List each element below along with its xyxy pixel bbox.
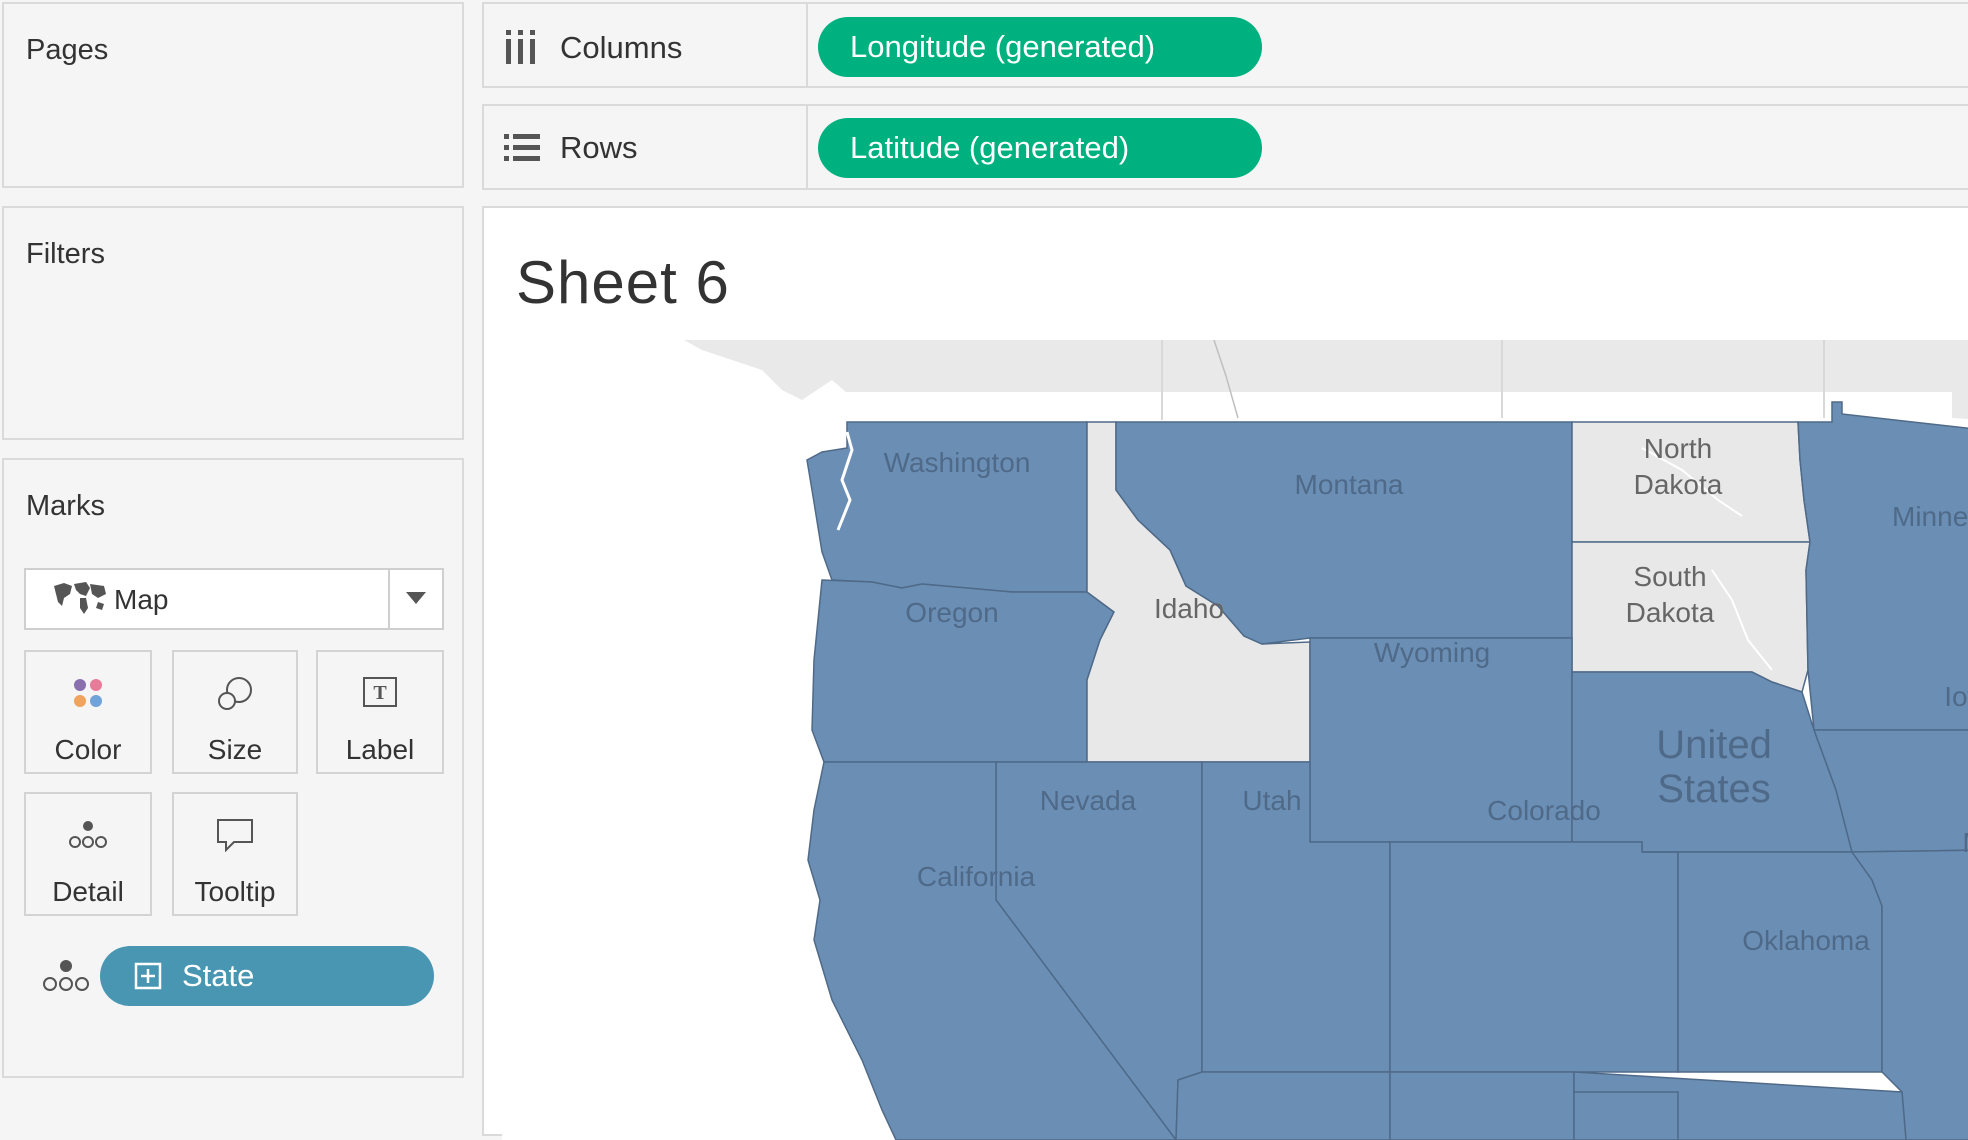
label-oklahoma: Oklahoma <box>1742 925 1870 956</box>
filters-panel[interactable]: Filters <box>2 206 464 440</box>
rows-shelf-label: Rows <box>484 106 808 188</box>
size-icon <box>174 676 296 716</box>
detail-icon <box>26 818 150 858</box>
longitude-pill[interactable]: Longitude (generated) <box>818 17 1262 77</box>
size-label: Size <box>207 734 263 765</box>
label-wyoming: Wyoming <box>1374 637 1490 668</box>
columns-icon <box>504 30 538 69</box>
tooltip-label: Tooltip <box>194 876 276 907</box>
minnesota-state <box>1797 401 1968 731</box>
label-minnesota: Minnes <box>1892 501 1968 532</box>
detail-icon <box>42 958 90 997</box>
label-country-1: United <box>1656 723 1772 767</box>
label-south-dakota-2: Dakota <box>1626 597 1715 628</box>
label-missouri: M <box>1962 827 1968 858</box>
label-south-dakota-1: South <box>1633 561 1706 592</box>
detail-button[interactable]: Detail <box>24 792 152 916</box>
sheet-title: Sheet 6 <box>516 249 730 316</box>
label-country-2: States <box>1657 767 1770 811</box>
color-label: Color <box>54 734 122 765</box>
mark-type-dropdown[interactable]: Map <box>24 568 444 630</box>
size-button[interactable]: Size <box>172 650 298 774</box>
label-iowa: Iow <box>1944 681 1968 712</box>
label-utah: Utah <box>1242 785 1301 816</box>
columns-shelf[interactable]: Columns Longitude (generated) <box>482 2 1968 88</box>
sheet-view: Sheet 6 Washington Montana Oregon Wyomin… <box>482 206 1968 1140</box>
kansas-state <box>1642 851 1883 1073</box>
latitude-pill[interactable]: Latitude (generated) <box>818 118 1262 178</box>
chevron-down-icon[interactable] <box>404 590 428 611</box>
new-mexico-state <box>1389 1071 1575 1140</box>
state-map[interactable]: Washington Montana Oregon Wyoming Nevada… <box>502 340 1968 1140</box>
detail-label: Detail <box>52 876 124 907</box>
arizona-state <box>1175 1071 1391 1140</box>
label-washington: Washington <box>884 447 1031 478</box>
tooltip-icon <box>174 818 296 858</box>
svg-text:T: T <box>373 682 387 704</box>
rows-label: Rows <box>560 130 638 165</box>
label-colorado: Colorado <box>1487 795 1601 826</box>
rows-shelf[interactable]: Rows Latitude (generated) <box>482 104 1968 190</box>
color-button[interactable]: Color <box>24 650 152 774</box>
pages-panel: Pages <box>2 2 464 188</box>
label-button[interactable]: T Label <box>316 650 444 774</box>
state-field-label: State <box>182 958 255 993</box>
world-map-icon <box>52 580 108 623</box>
label-north-dakota-2: Dakota <box>1634 469 1723 500</box>
label-nevada: Nevada <box>1040 785 1137 816</box>
dropdown-divider <box>388 570 390 628</box>
tooltip-button[interactable]: Tooltip <box>172 792 298 916</box>
mark-type-value: Map <box>114 584 169 615</box>
label-north-dakota-1: North <box>1644 433 1712 464</box>
color-icon <box>26 676 150 716</box>
state-field-pill[interactable]: State <box>100 946 434 1006</box>
columns-shelf-label: Columns <box>484 4 808 86</box>
pages-title: Pages <box>26 34 109 66</box>
label-montana: Montana <box>1295 469 1404 500</box>
colorado-state <box>1389 841 1679 1073</box>
marks-title: Marks <box>26 490 105 522</box>
label-idaho: Idaho <box>1154 593 1224 624</box>
marks-panel: Marks Map Color Size T Label Detail Tool… <box>2 458 464 1078</box>
label-california: California <box>917 861 1036 892</box>
expand-icon[interactable] <box>134 962 162 995</box>
filters-title: Filters <box>26 238 105 270</box>
label-label: Label <box>345 734 415 765</box>
label-icon: T <box>318 676 442 716</box>
rows-icon <box>504 132 540 169</box>
columns-label: Columns <box>560 30 683 65</box>
label-oregon: Oregon <box>905 597 998 628</box>
